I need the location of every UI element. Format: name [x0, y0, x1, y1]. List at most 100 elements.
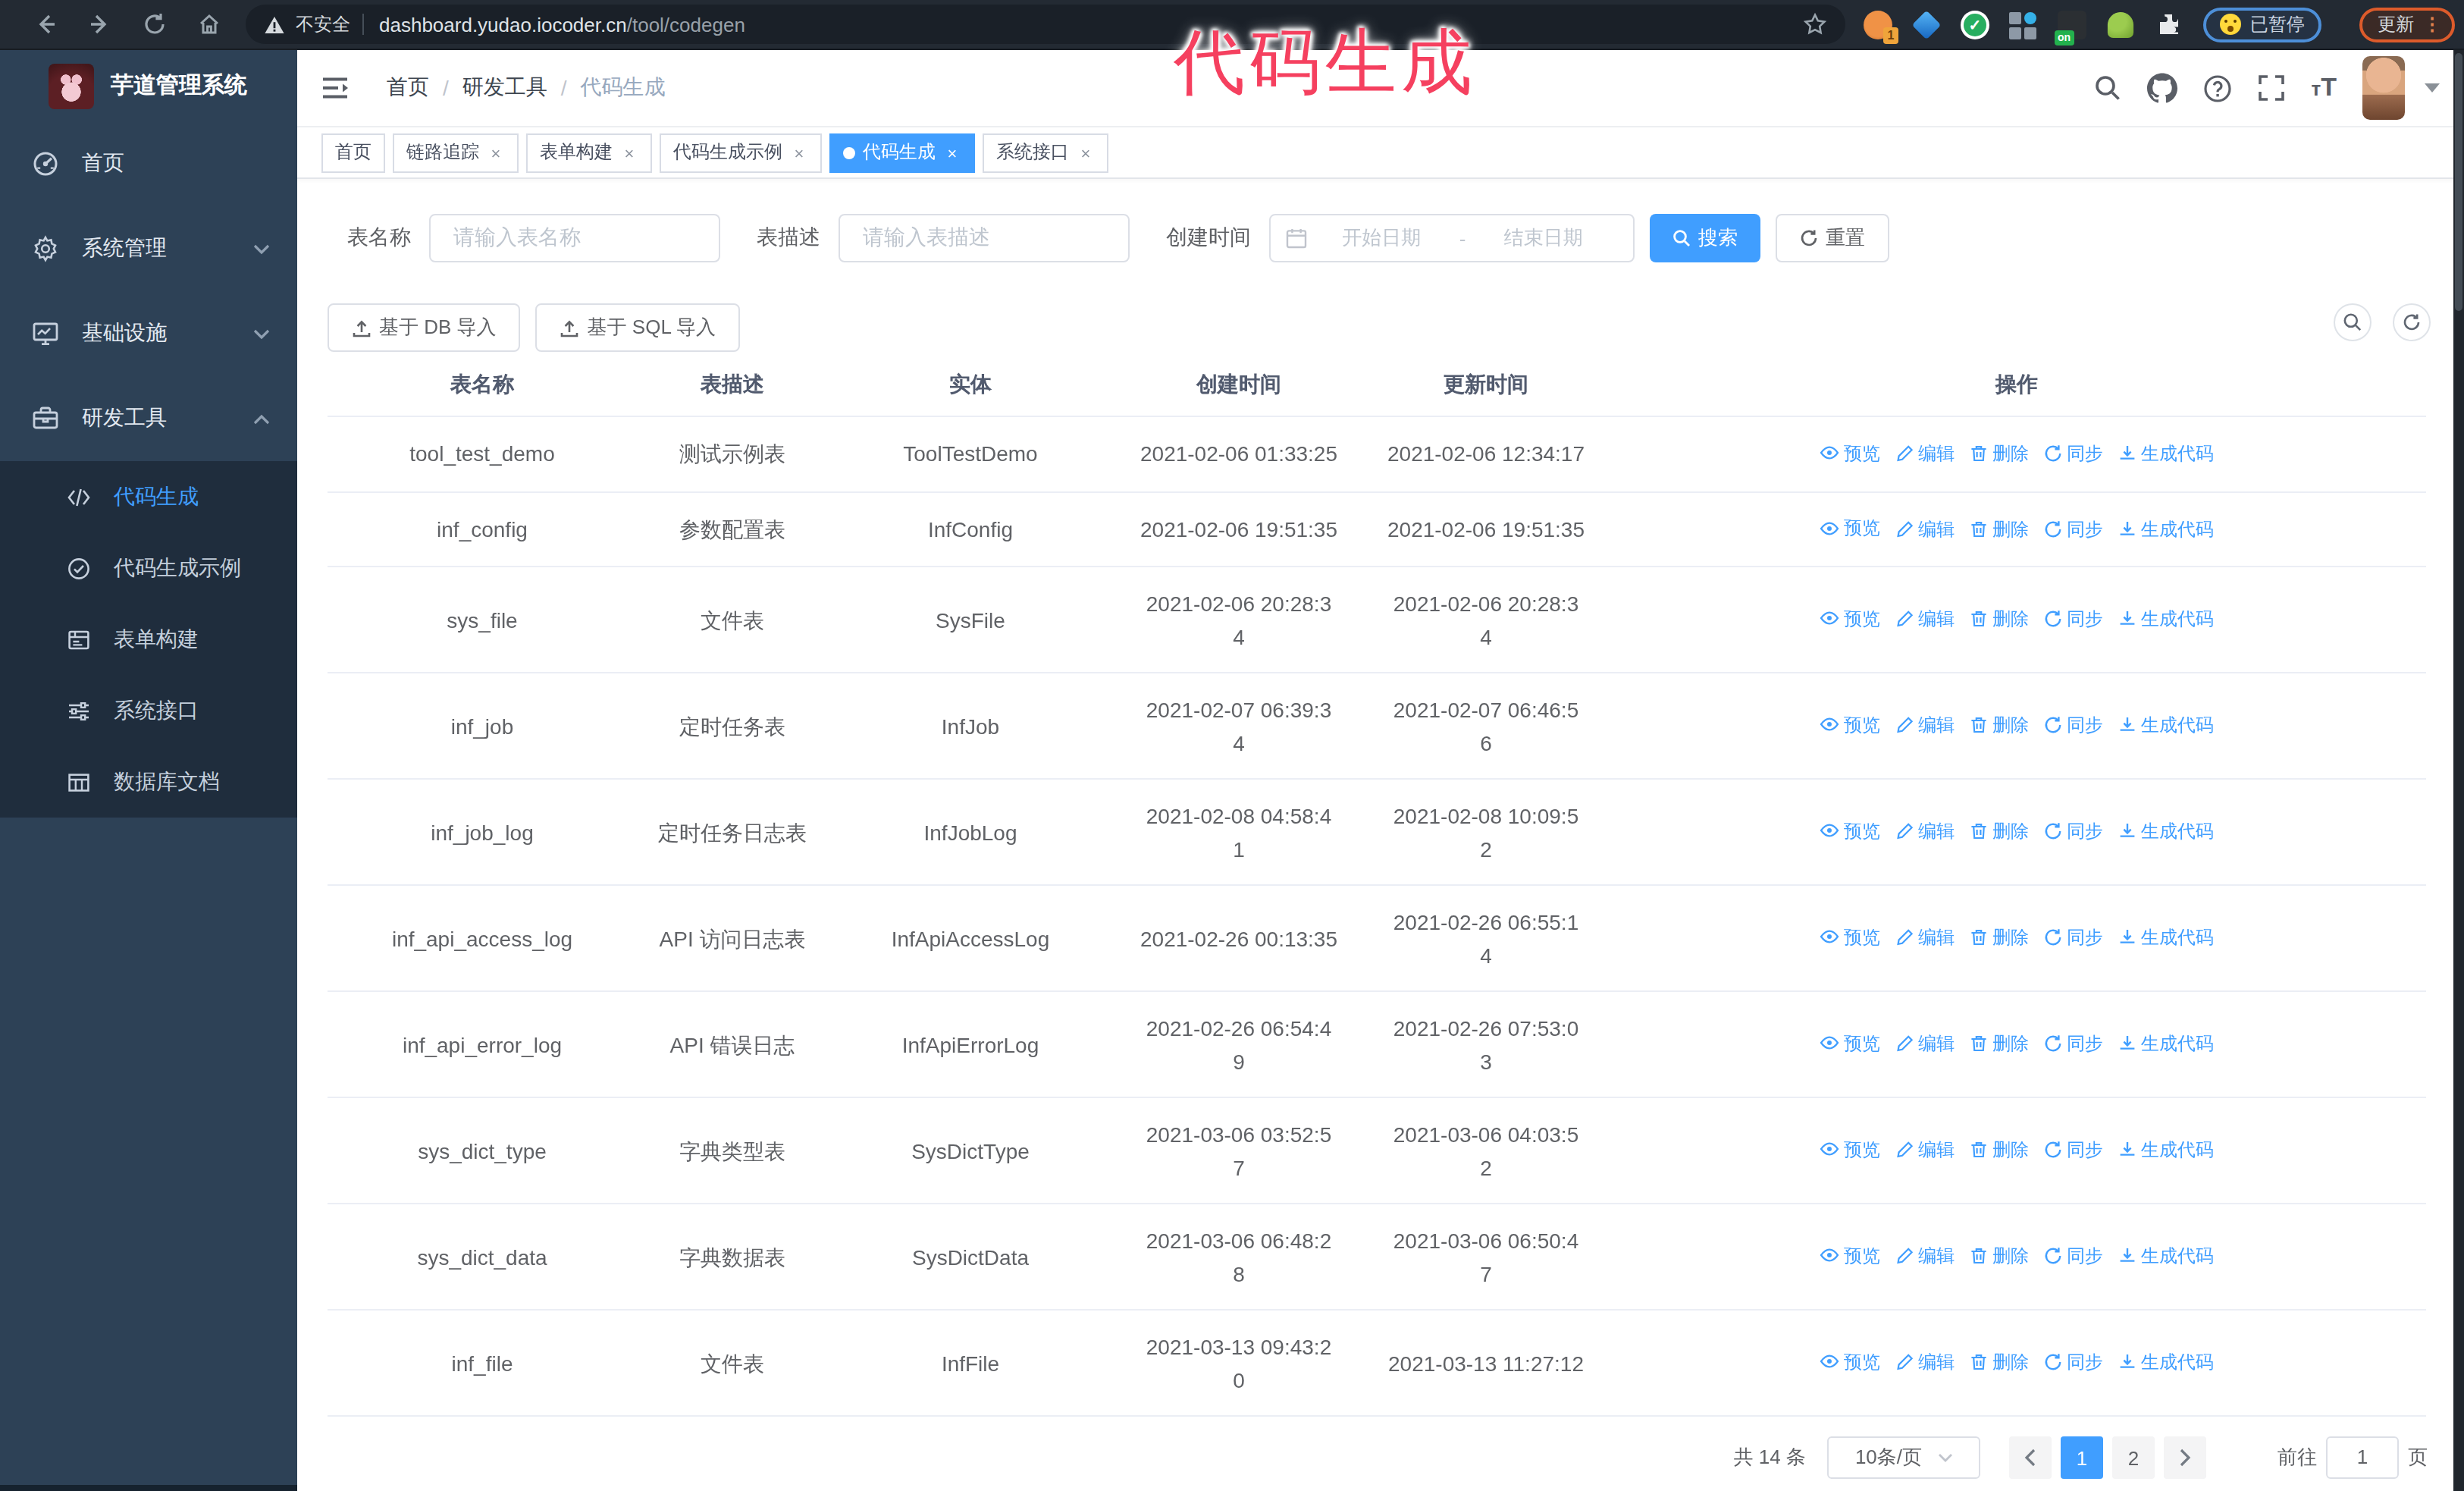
page-button-2[interactable]: 2: [2112, 1436, 2155, 1479]
page-button-1[interactable]: 1: [2061, 1436, 2103, 1479]
preview-link[interactable]: 预览: [1820, 815, 1880, 848]
sync-link[interactable]: 同步: [2044, 512, 2103, 545]
extension-icon-5[interactable]: on: [2058, 10, 2086, 39]
extension-icon-2[interactable]: [1912, 10, 1942, 39]
delete-link[interactable]: 删除: [1970, 512, 2029, 545]
page-scrollbar[interactable]: [2453, 50, 2464, 1491]
generate-link[interactable]: 生成代码: [2118, 1028, 2214, 1061]
generate-link[interactable]: 生成代码: [2118, 1346, 2214, 1380]
search-button[interactable]: 搜索: [1650, 214, 1760, 262]
page-size-select[interactable]: 10条/页: [1827, 1436, 1980, 1479]
fullscreen-icon[interactable]: [2258, 74, 2285, 102]
close-tag-icon[interactable]: ×: [487, 143, 505, 162]
sidebar-item-infra[interactable]: 基础设施: [0, 291, 297, 376]
import-db-button[interactable]: 基于 DB 导入: [328, 303, 521, 352]
date-range-picker[interactable]: 开始日期 - 结束日期: [1269, 214, 1635, 262]
sync-link[interactable]: 同步: [2044, 603, 2103, 636]
bookmark-star-icon[interactable]: [1803, 12, 1827, 36]
delete-link[interactable]: 删除: [1970, 709, 2029, 742]
sidebar-item-form-builder[interactable]: 表单构建: [0, 604, 297, 675]
edit-link[interactable]: 编辑: [1895, 1240, 1955, 1273]
sidebar-item-codegen-example[interactable]: 代码生成示例: [0, 532, 297, 604]
preview-link[interactable]: 预览: [1820, 436, 1880, 469]
preview-link[interactable]: 预览: [1820, 1133, 1880, 1166]
generate-link[interactable]: 生成代码: [2118, 603, 2214, 636]
reset-button[interactable]: 重置: [1776, 214, 1889, 262]
address-bar[interactable]: 不安全 dashboard.yudao.iocoder.cn/tool/code…: [246, 5, 1845, 44]
preview-link[interactable]: 预览: [1820, 1027, 1880, 1060]
next-page-button[interactable]: [2164, 1436, 2206, 1479]
generate-link[interactable]: 生成代码: [2118, 512, 2214, 545]
extension-icon-1[interactable]: 1: [1864, 10, 1892, 39]
preview-link[interactable]: 预览: [1820, 1345, 1880, 1379]
edit-link[interactable]: 编辑: [1895, 512, 1955, 545]
delete-link[interactable]: 删除: [1970, 1134, 2029, 1167]
preview-link[interactable]: 预览: [1820, 602, 1880, 636]
breadcrumb-home[interactable]: 首页: [387, 74, 429, 102]
tag-表单构建[interactable]: 表单构建×: [526, 133, 652, 172]
sidebar-item-system[interactable]: 系统管理: [0, 206, 297, 291]
security-label[interactable]: 不安全: [296, 11, 350, 37]
edit-link[interactable]: 编辑: [1895, 1028, 1955, 1061]
sync-link[interactable]: 同步: [2044, 1134, 2103, 1167]
table-desc-input[interactable]: 请输入表描述: [839, 214, 1130, 262]
prev-page-button[interactable]: [2009, 1436, 2052, 1479]
reload-icon[interactable]: [127, 5, 182, 44]
close-tag-icon[interactable]: ×: [790, 143, 808, 162]
sync-link[interactable]: 同步: [2044, 709, 2103, 742]
delete-link[interactable]: 删除: [1970, 815, 2029, 849]
hamburger-icon[interactable]: [321, 76, 349, 100]
toggle-search-button[interactable]: [2334, 303, 2372, 341]
edit-link[interactable]: 编辑: [1895, 921, 1955, 955]
preview-link[interactable]: 预览: [1820, 1239, 1880, 1273]
tag-代码生成示例[interactable]: 代码生成示例×: [660, 133, 822, 172]
back-icon[interactable]: [18, 5, 73, 44]
delete-link[interactable]: 删除: [1970, 437, 2029, 470]
user-avatar[interactable]: [2362, 56, 2405, 120]
preview-link[interactable]: 预览: [1820, 511, 1880, 545]
extension-icon-6[interactable]: [2108, 11, 2133, 37]
close-tag-icon[interactable]: ×: [620, 143, 638, 162]
avatar-caret-icon[interactable]: [2425, 83, 2440, 93]
close-tag-icon[interactable]: ×: [1077, 143, 1095, 162]
edit-link[interactable]: 编辑: [1895, 815, 1955, 849]
edit-link[interactable]: 编辑: [1895, 1134, 1955, 1167]
generate-link[interactable]: 生成代码: [2118, 815, 2214, 849]
preview-link[interactable]: 预览: [1820, 708, 1880, 742]
edit-link[interactable]: 编辑: [1895, 603, 1955, 636]
sidebar-item-codegen[interactable]: 代码生成: [0, 461, 297, 532]
generate-link[interactable]: 生成代码: [2118, 1240, 2214, 1273]
edit-link[interactable]: 编辑: [1895, 437, 1955, 470]
generate-link[interactable]: 生成代码: [2118, 921, 2214, 955]
close-tag-icon[interactable]: ×: [943, 143, 961, 162]
edit-link[interactable]: 编辑: [1895, 1346, 1955, 1380]
breadcrumb-devtools[interactable]: 研发工具: [462, 74, 547, 102]
sidebar-item-home[interactable]: 首页: [0, 121, 297, 206]
tag-代码生成[interactable]: 代码生成×: [829, 133, 975, 172]
import-sql-button[interactable]: 基于 SQL 导入: [536, 303, 741, 352]
sync-link[interactable]: 同步: [2044, 815, 2103, 849]
extension-icon-4[interactable]: [2009, 10, 2038, 39]
sync-link[interactable]: 同步: [2044, 1028, 2103, 1061]
sync-link[interactable]: 同步: [2044, 437, 2103, 470]
tag-链路追踪[interactable]: 链路追踪×: [393, 133, 519, 172]
extensions-puzzle-icon[interactable]: [2155, 10, 2183, 39]
home-icon[interactable]: [182, 5, 237, 44]
extension-icon-3[interactable]: ✓: [1961, 10, 1989, 39]
profile-paused-pill[interactable]: 已暂停: [2203, 7, 2321, 42]
refresh-table-button[interactable]: [2393, 303, 2431, 341]
table-name-input[interactable]: 请输入表名称: [429, 214, 720, 262]
tag-系统接口[interactable]: 系统接口×: [983, 133, 1108, 172]
edit-link[interactable]: 编辑: [1895, 709, 1955, 742]
delete-link[interactable]: 删除: [1970, 921, 2029, 955]
sidebar-item-system-api[interactable]: 系统接口: [0, 675, 297, 746]
preview-link[interactable]: 预览: [1820, 921, 1880, 954]
help-icon[interactable]: [2203, 74, 2232, 102]
tag-首页[interactable]: 首页: [321, 133, 385, 172]
delete-link[interactable]: 删除: [1970, 1346, 2029, 1380]
sidebar-item-db-doc[interactable]: 数据库文档: [0, 746, 297, 818]
search-icon[interactable]: [2094, 74, 2121, 102]
delete-link[interactable]: 删除: [1970, 1240, 2029, 1273]
delete-link[interactable]: 删除: [1970, 1028, 2029, 1061]
sync-link[interactable]: 同步: [2044, 1240, 2103, 1273]
